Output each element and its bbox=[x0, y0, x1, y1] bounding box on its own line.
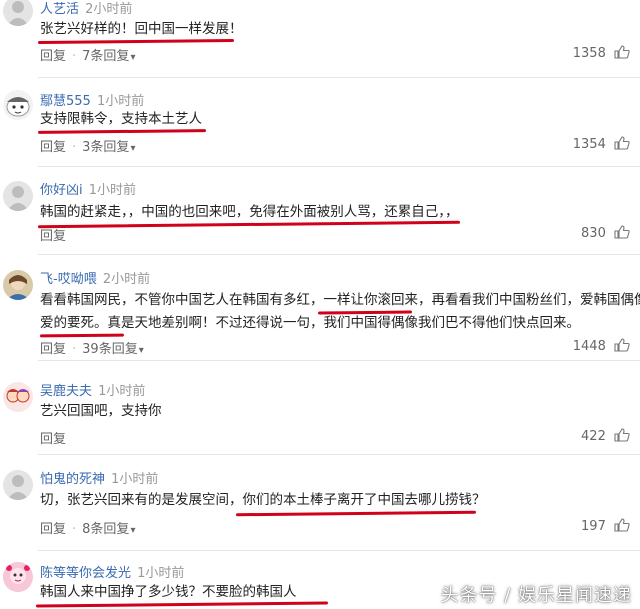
thumb-up-icon[interactable] bbox=[614, 136, 630, 150]
thumb-up-icon[interactable] bbox=[614, 225, 630, 239]
like-count: 1448 bbox=[572, 339, 606, 354]
divider bbox=[38, 254, 640, 255]
comment-timestamp: 1小时前 bbox=[111, 472, 159, 487]
like-count: 830 bbox=[581, 226, 606, 241]
view-replies-link[interactable]: 3条回复▾ bbox=[82, 140, 135, 155]
comment-timestamp: 1小时前 bbox=[88, 183, 137, 198]
chevron-down-icon: ▾ bbox=[130, 525, 136, 536]
view-replies-link[interactable]: 39条回复▾ bbox=[82, 342, 144, 357]
separator: · bbox=[72, 342, 77, 357]
thumb-up-icon[interactable] bbox=[614, 338, 630, 352]
reply-button[interactable]: 回复 bbox=[40, 342, 66, 357]
reply-button[interactable]: 回复 bbox=[40, 522, 66, 537]
highlight-underline bbox=[37, 129, 207, 134]
chevron-down-icon: ▾ bbox=[138, 345, 144, 356]
like-count: 197 bbox=[581, 519, 606, 534]
divider bbox=[38, 454, 640, 455]
comment-item: 你好凶i 1小时前 韩国的赶紧走，，中国的也回来吧，免得在外面被别人骂，还累自己… bbox=[0, 179, 640, 251]
comment-timestamp: 2小时前 bbox=[85, 2, 133, 17]
comment-username[interactable]: 飞-哎呦喂 bbox=[40, 272, 97, 287]
divider bbox=[38, 550, 640, 551]
divider bbox=[38, 360, 640, 361]
chevron-down-icon: ▾ bbox=[130, 143, 136, 154]
comment-item: 鄢慧555 1小时前 支持限韩令，支持本土艺人 回复 · 3条回复▾ 1354 bbox=[0, 88, 640, 166]
comment-timestamp: 2小时前 bbox=[102, 272, 151, 287]
reply-button[interactable]: 回复 bbox=[40, 432, 66, 447]
comment-timestamp: 1小时前 bbox=[98, 384, 146, 399]
comment-username[interactable]: 怕鬼的死神 bbox=[40, 472, 105, 487]
thumb-up-icon[interactable] bbox=[614, 428, 630, 442]
cartoon-avatar-icon[interactable] bbox=[3, 90, 33, 120]
photo-avatar-icon[interactable] bbox=[3, 270, 33, 300]
view-replies-link[interactable]: 8条回复▾ bbox=[82, 522, 135, 537]
chevron-down-icon: ▾ bbox=[130, 52, 136, 63]
comment-username[interactable]: 鄢慧555 bbox=[40, 94, 91, 109]
comment-item: 吴鹿夫夫 1小时前 艺兴回国吧，支持你 回复 422 bbox=[0, 380, 640, 450]
couple-avatar-icon[interactable] bbox=[3, 382, 33, 412]
comment-timestamp: 1小时前 bbox=[96, 94, 145, 109]
reply-button[interactable]: 回复 bbox=[40, 140, 66, 155]
comment-timestamp: 1小时前 bbox=[137, 566, 185, 581]
comment-item: 飞-哎呦喂 2小时前 看看韩国网民，不管你中国艺人在韩国有多红，一样让你滚回来，… bbox=[0, 268, 640, 358]
comment-item: 怕鬼的死神 1小时前 切，张艺兴回来有的是发展空间，你们的本土棒子离开了中国去哪… bbox=[0, 468, 640, 548]
reply-button[interactable]: 回复 bbox=[40, 229, 66, 244]
comment-username[interactable]: 吴鹿夫夫 bbox=[40, 384, 92, 399]
default-avatar-icon[interactable] bbox=[3, 0, 33, 26]
thumb-up-icon[interactable] bbox=[614, 518, 630, 532]
divider bbox=[38, 77, 640, 78]
highlight-underline bbox=[39, 333, 125, 338]
default-avatar-icon[interactable] bbox=[3, 470, 33, 500]
comment-username[interactable]: 你好凶i bbox=[40, 183, 83, 198]
comment-username[interactable]: 陈等等你会发光 bbox=[40, 566, 131, 581]
comment-text: 韩国人来中国挣了多少钱？不要脸的韩国人 bbox=[40, 584, 297, 600]
thumb-up-icon[interactable] bbox=[614, 45, 630, 59]
comment-text: 张艺兴好样的！回中国一样发展！ bbox=[40, 21, 243, 37]
comment-item: 人艺活 2小时前 张艺兴好样的！回中国一样发展！ 回复 · 7条回复▾ 1358 bbox=[0, 0, 640, 78]
pink-avatar-icon[interactable] bbox=[3, 562, 33, 592]
comment-text: 切，张艺兴回来有的是发展空间，你们的本土棒子离开了中国去哪儿捞钱？ bbox=[40, 492, 486, 508]
comment-text: 艺兴回国吧，支持你 bbox=[40, 403, 162, 419]
reply-button[interactable]: 回复 bbox=[40, 49, 66, 64]
watermark: 头条号 / 娱乐星闻速递 bbox=[440, 585, 632, 606]
separator: · bbox=[72, 49, 77, 64]
like-count: 1354 bbox=[572, 137, 606, 152]
comment-text-line2: 爱的要死。真是天地差别啊！不过还得说一句，我们中国得偶像我们巴不得他们快点回来。 bbox=[40, 315, 580, 331]
default-avatar-icon[interactable] bbox=[3, 181, 33, 211]
like-count: 422 bbox=[581, 429, 606, 444]
divider bbox=[38, 166, 640, 167]
view-replies-link[interactable]: 7条回复▾ bbox=[82, 49, 135, 64]
comment-text: 看看韩国网民，不管你中国艺人在韩国有多红，一样让你滚回来，再看看我们中国粉丝们，… bbox=[40, 292, 640, 308]
separator: · bbox=[72, 522, 77, 537]
highlight-underline bbox=[37, 38, 235, 45]
comment-username[interactable]: 人艺活 bbox=[40, 2, 79, 17]
like-count: 1358 bbox=[572, 46, 606, 61]
separator: · bbox=[72, 140, 77, 155]
comment-text: 支持限韩令，支持本土艺人 bbox=[40, 111, 202, 127]
